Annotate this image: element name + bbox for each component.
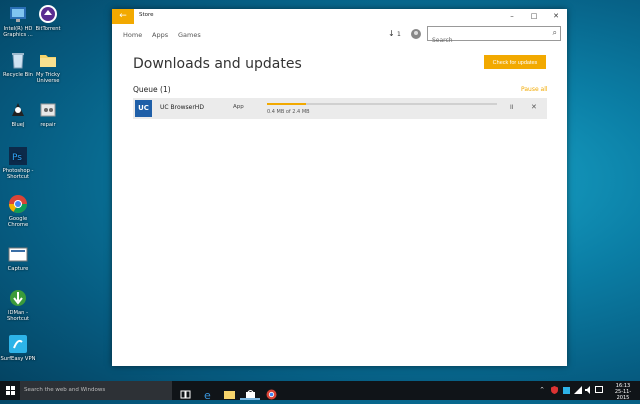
capture-icon (8, 244, 28, 264)
desktop-icon-label: BitTorrent (35, 26, 61, 32)
recycle-bin-icon (8, 50, 28, 70)
desktop-icon-surfeasy-vpn[interactable]: SurfEasy VPN (0, 334, 36, 362)
minimize-button[interactable]: – (501, 9, 523, 24)
store-taskbar-icon[interactable] (245, 385, 256, 400)
network-icon[interactable] (574, 386, 582, 396)
intel-graphics-icon (8, 4, 28, 24)
task-view-icon[interactable] (180, 385, 191, 399)
desktop-icon-label: SurfEasy VPN (0, 356, 36, 362)
app-type: App (233, 104, 244, 110)
photoshop-icon: Ps (8, 146, 28, 166)
desktop-icon-bittorrent[interactable]: BitTorrent (30, 4, 66, 32)
app-name: UC BrowserHD (160, 104, 204, 111)
clock[interactable]: 16:13 25-11-2015 (610, 383, 636, 401)
surfeasy-tray-icon[interactable] (563, 386, 570, 396)
desktop-icon-label: My Tricky Universe (36, 72, 60, 84)
notifications-icon[interactable] (595, 386, 603, 396)
shield-icon[interactable] (551, 386, 558, 396)
nav-home[interactable]: Home (123, 31, 142, 39)
nav-games[interactable]: Games (178, 31, 201, 39)
maximize-button[interactable]: □ (523, 9, 545, 24)
desktop-icon-my-tricky-universe[interactable]: My Tricky Universe (30, 50, 66, 84)
bittorrent-icon (38, 4, 58, 24)
pause-download-button[interactable]: II (510, 104, 514, 111)
store-window: ← Store – □ ✕ Home Apps Games ↓ 1 ⌕ Down… (112, 9, 567, 366)
window-title: Store (139, 12, 154, 18)
download-progress-fill (267, 103, 307, 105)
desktop-icon-label: repair (40, 122, 56, 128)
svg-text:Ps: Ps (12, 153, 22, 163)
chrome-taskbar-icon[interactable] (266, 385, 277, 400)
tray-overflow-icon[interactable]: ^ (540, 387, 544, 393)
uc-browser-icon: UC (135, 100, 152, 117)
repair-icon (38, 100, 58, 120)
cancel-download-button[interactable]: ✕ (531, 103, 537, 111)
windows-logo-icon (6, 386, 15, 395)
desktop-icon-photoshop[interactable]: Ps Photoshop - Shortcut (0, 146, 36, 180)
pause-all-link[interactable]: Pause all (521, 86, 548, 93)
taskbar: Search the web and Windows e ^ 16:13 25-… (0, 381, 640, 402)
user-avatar-icon[interactable] (411, 29, 421, 39)
svg-text:e: e (204, 389, 211, 400)
queue-title: Queue (1) (133, 85, 171, 94)
desktop-icon-idman[interactable]: IDMan - Shortcut (0, 288, 36, 322)
desktop-icon-label: Google Chrome (7, 216, 29, 228)
search-icon[interactable]: ⌕ (553, 28, 557, 38)
clock-date: 25-11-2015 (614, 389, 632, 401)
taskbar-search[interactable]: Search the web and Windows (20, 381, 172, 400)
search-box[interactable]: ⌕ (427, 26, 561, 47)
desktop-icon-label: Capture (7, 266, 29, 272)
desktop-icon-label: IDMan - Shortcut (6, 310, 30, 322)
desktop-icon-capture[interactable]: Capture (0, 244, 36, 272)
volume-icon[interactable] (585, 386, 593, 396)
edge-icon[interactable]: e (203, 385, 214, 402)
queue-item[interactable]: UC UC BrowserHD App 0.4 MB of 2.4 MB II … (133, 98, 547, 119)
search-input[interactable] (428, 34, 546, 47)
surfeasy-icon (8, 334, 28, 354)
download-count: 1 (397, 31, 401, 38)
chrome-icon (8, 194, 28, 214)
back-button[interactable]: ← (112, 9, 134, 24)
folder-icon (38, 50, 58, 70)
page-title: Downloads and updates (133, 56, 302, 72)
desktop-icon-label: Photoshop - Shortcut (2, 168, 34, 180)
download-icon[interactable]: ↓ (388, 29, 395, 38)
download-progress-text: 0.4 MB of 2.4 MB (267, 109, 310, 115)
file-explorer-icon[interactable] (224, 385, 235, 399)
download-progress-bar (267, 103, 497, 105)
desktop-icon-google-chrome[interactable]: Google Chrome (0, 194, 36, 228)
close-window-button[interactable]: ✕ (545, 9, 567, 24)
title-bar: ← Store – □ ✕ (112, 9, 567, 24)
start-button[interactable] (0, 381, 20, 400)
idman-icon (8, 288, 28, 308)
nav-apps[interactable]: Apps (152, 31, 168, 39)
bluej-icon (8, 100, 28, 120)
store-nav: Home Apps Games ↓ 1 ⌕ (112, 24, 567, 47)
check-for-updates-button[interactable]: Check for updates (484, 55, 546, 69)
desktop-icon-repair[interactable]: repair (30, 100, 66, 128)
